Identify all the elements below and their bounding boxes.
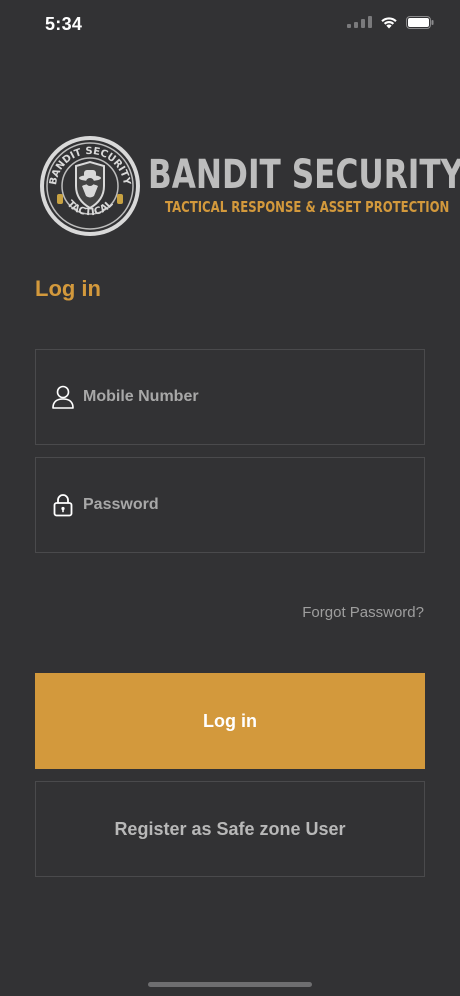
password-field[interactable] [35, 457, 425, 553]
bandit-seal-icon: BANDIT SECURITY TACTICAL [40, 136, 140, 236]
forgot-password-link[interactable]: Forgot Password? [302, 604, 424, 621]
page-title: Log in [35, 276, 101, 301]
login-screen: 5:34 BANDIT SECURITY TACTICAL BANDIT SEC… [0, 0, 460, 996]
login-button[interactable]: Log in [35, 673, 425, 769]
mobile-number-input[interactable] [83, 350, 424, 444]
logo-title: BANDIT SECURITY [148, 152, 460, 198]
status-bar: 5:34 [0, 0, 460, 50]
register-safe-zone-button[interactable]: Register as Safe zone User [35, 781, 425, 877]
wifi-icon [380, 15, 398, 29]
home-indicator [148, 982, 312, 987]
password-input[interactable] [83, 458, 424, 552]
brand-logo: BANDIT SECURITY TACTICAL BANDIT SECURITY… [38, 134, 460, 240]
status-icons [347, 15, 434, 29]
lock-icon [51, 493, 75, 517]
cellular-signal-icon [347, 16, 372, 28]
status-time: 5:34 [45, 14, 83, 34]
user-icon [51, 385, 75, 409]
mobile-number-field[interactable] [35, 349, 425, 445]
battery-icon [406, 15, 434, 29]
logo-tagline: TACTICAL RESPONSE & ASSET PROTECTION [165, 198, 450, 216]
